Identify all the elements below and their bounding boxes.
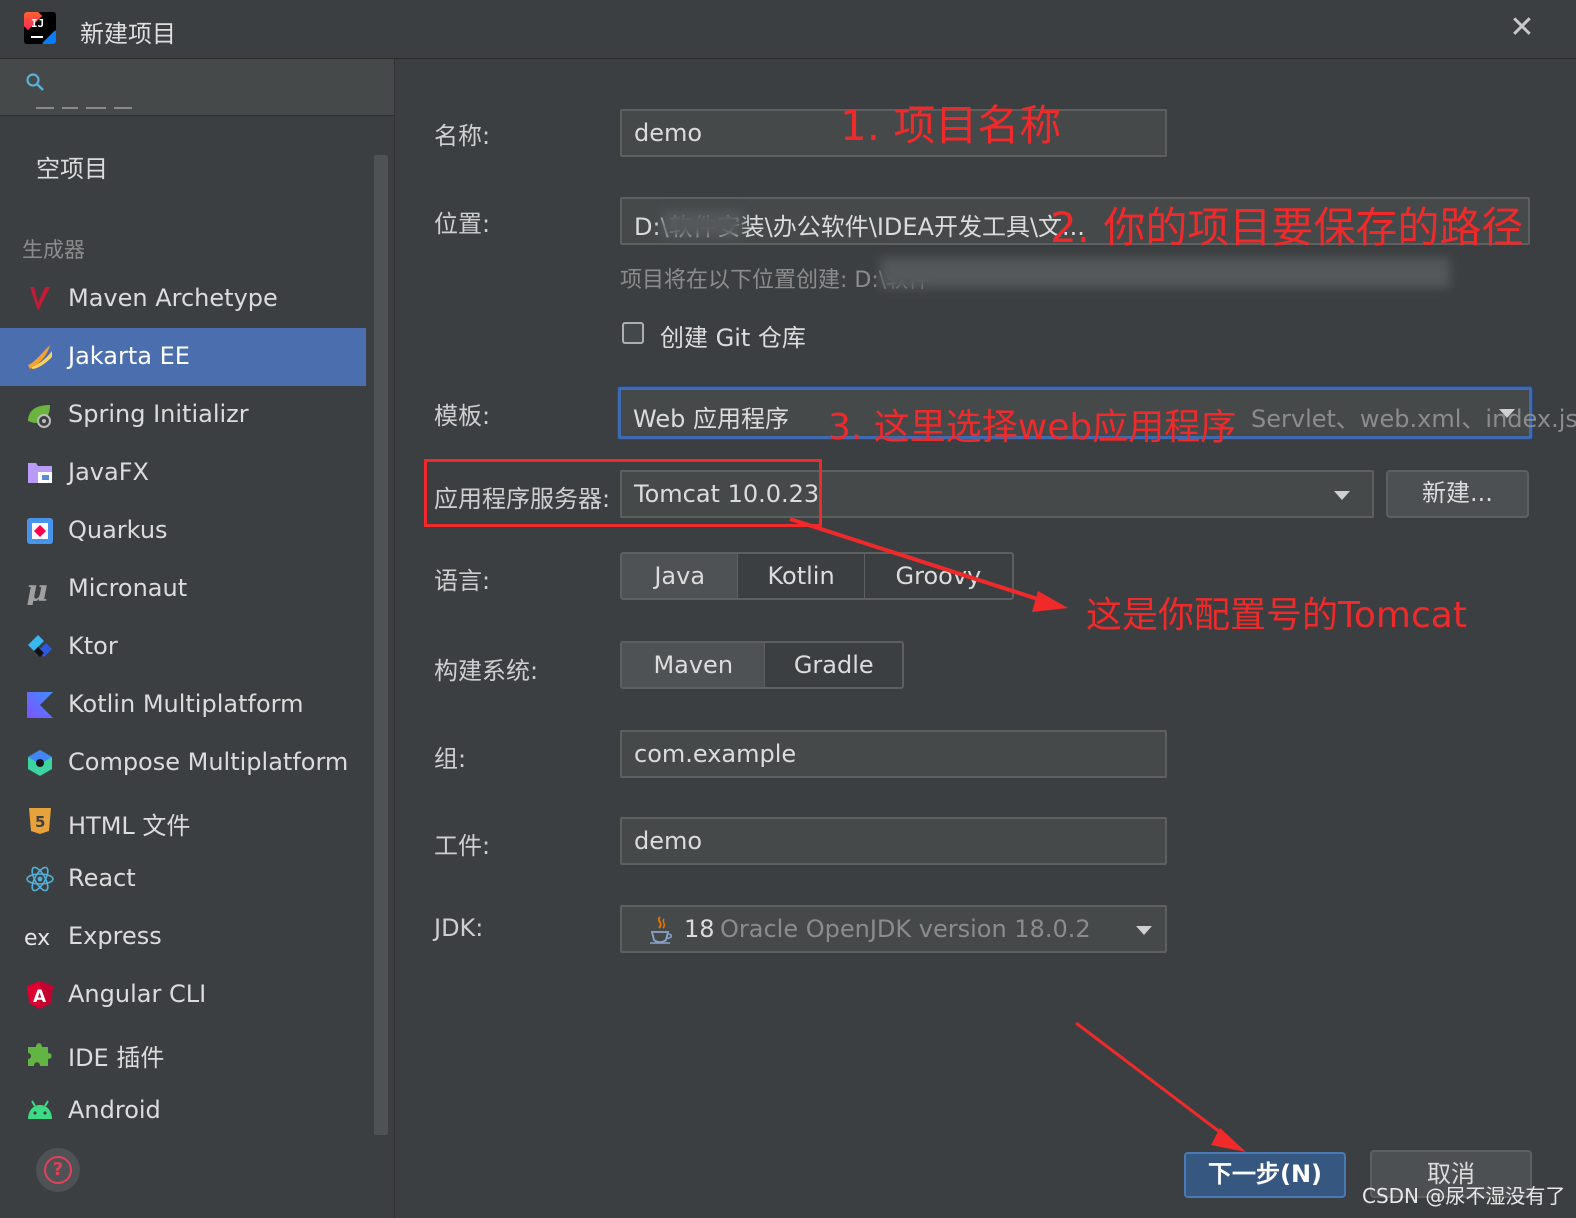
jakarta-ee-icon xyxy=(28,345,52,369)
annotation-arrowhead-tomcat xyxy=(1032,591,1068,612)
java-cup-icon xyxy=(650,916,673,944)
search-input[interactable] xyxy=(0,59,394,116)
sidebar-item-maven-archetype[interactable]: Maven Archetype xyxy=(0,270,366,328)
name-label: 名称: xyxy=(434,122,491,150)
svg-text:A: A xyxy=(33,987,47,1007)
new-server-button[interactable]: 新建... xyxy=(1386,470,1529,518)
sidebar-item-spring-initializr[interactable]: Spring Initializr xyxy=(0,386,366,444)
window-title: 新建项目 xyxy=(80,20,176,48)
ktor-icon xyxy=(28,635,52,657)
sidebar-item-jakarta-ee[interactable]: Jakarta EE xyxy=(0,328,366,386)
build-option-gradle[interactable]: Gradle xyxy=(765,643,902,687)
compose-icon xyxy=(28,750,52,776)
annotation-web-app: 3. 这里选择web应用程序 xyxy=(828,407,1237,448)
sidebar-item-quarkus[interactable]: Quarkus xyxy=(0,502,366,560)
chevron-down-icon xyxy=(1334,491,1350,500)
annotation-project-name: 1. 项目名称 xyxy=(840,101,1062,150)
quarkus-icon xyxy=(27,518,53,544)
sidebar: 空项目 生成器 Maven Archetype Jakarta EE Sprin… xyxy=(0,59,395,1218)
svg-text:μ: μ xyxy=(26,574,48,605)
sidebar-item-angular-cli[interactable]: A Angular CLI xyxy=(0,966,366,1024)
artifact-label: 工件: xyxy=(434,832,491,860)
generators-heading: 生成器 xyxy=(22,238,85,262)
sidebar-item-empty-project[interactable]: 空项目 xyxy=(36,149,108,184)
angular-icon: A xyxy=(27,981,53,1009)
sidebar-item-html[interactable]: 5 HTML 文件 xyxy=(0,792,366,850)
express-icon: ex xyxy=(24,926,50,951)
sidebar-partial-item xyxy=(36,103,136,113)
create-git-checkbox[interactable] xyxy=(622,322,644,344)
sidebar-item-ktor[interactable]: Ktor xyxy=(0,618,366,676)
sidebar-item-javafx[interactable]: JavaFX xyxy=(0,444,366,502)
sidebar-scrollbar[interactable] xyxy=(374,155,388,1135)
svg-text:ex: ex xyxy=(24,926,50,951)
html5-icon: 5 xyxy=(29,808,51,834)
annotation-save-path: 2. 你的项目要保存的路径 xyxy=(1050,203,1524,252)
sidebar-item-ide-plugin[interactable]: IDE 插件 xyxy=(0,1024,366,1082)
language-option-groovy[interactable]: Groovy xyxy=(865,554,1012,598)
create-git-label: 创建 Git 仓库 xyxy=(660,324,806,352)
location-hint-redacted xyxy=(880,258,1450,288)
help-button[interactable]: ? xyxy=(36,1148,80,1192)
watermark: CSDN @尿不湿没有了 xyxy=(1362,1184,1566,1208)
android-icon xyxy=(28,1100,52,1119)
sidebar-item-react[interactable]: React xyxy=(0,850,366,908)
language-selector: Java Kotlin Groovy xyxy=(620,552,1014,600)
next-button[interactable]: 下一步(N) xyxy=(1184,1152,1346,1198)
sidebar-item-android[interactable]: Android xyxy=(0,1082,366,1140)
javafx-icon xyxy=(28,463,52,483)
kotlin-icon xyxy=(27,692,53,718)
annotation-tomcat: 这是你配置号的Tomcat xyxy=(1086,595,1467,636)
title-bar: IJ 新建项目 ✕ xyxy=(0,0,1576,59)
annotation-arrowhead-next xyxy=(1211,1128,1246,1152)
language-option-kotlin[interactable]: Kotlin xyxy=(738,554,865,598)
build-system-label: 构建系统: xyxy=(434,657,539,685)
jdk-select[interactable]: 18 Oracle OpenJDK version 18.0.2 xyxy=(620,905,1167,953)
build-option-maven[interactable]: Maven xyxy=(622,643,766,687)
plugin-icon xyxy=(28,1043,52,1066)
maven-icon xyxy=(30,287,50,311)
template-hint: Servlet、web.xml、index.jsp xyxy=(1251,405,1576,433)
annotation-arrow-next xyxy=(1075,1021,1234,1144)
spring-icon xyxy=(28,405,51,428)
language-label: 语言: xyxy=(434,567,491,595)
close-icon[interactable]: ✕ xyxy=(1506,12,1538,44)
search-icon xyxy=(26,73,44,91)
intellij-logo-icon: IJ xyxy=(24,12,56,44)
group-field[interactable]: com.example xyxy=(620,730,1167,778)
artifact-field[interactable]: demo xyxy=(620,817,1167,865)
annotation-server-highlight xyxy=(424,459,822,527)
location-label: 位置: xyxy=(434,210,491,238)
micronaut-icon: μ xyxy=(26,574,48,605)
chevron-down-icon xyxy=(1136,926,1152,935)
svg-text:5: 5 xyxy=(35,813,45,831)
react-icon xyxy=(26,866,54,892)
jdk-label: JDK: xyxy=(434,914,484,942)
template-label: 模板: xyxy=(434,402,491,430)
sidebar-item-kotlin-multiplatform[interactable]: Kotlin Multiplatform xyxy=(0,676,366,734)
sidebar-item-express[interactable]: ex Express xyxy=(0,908,366,966)
build-system-selector: Maven Gradle xyxy=(620,641,904,689)
chevron-down-icon xyxy=(1499,409,1515,418)
help-icon: ? xyxy=(44,1156,72,1184)
group-label: 组: xyxy=(434,745,467,773)
sidebar-item-compose-multiplatform[interactable]: Compose Multiplatform xyxy=(0,734,366,792)
language-option-java[interactable]: Java xyxy=(622,554,739,598)
sidebar-item-micronaut[interactable]: μ Micronaut xyxy=(0,560,366,618)
